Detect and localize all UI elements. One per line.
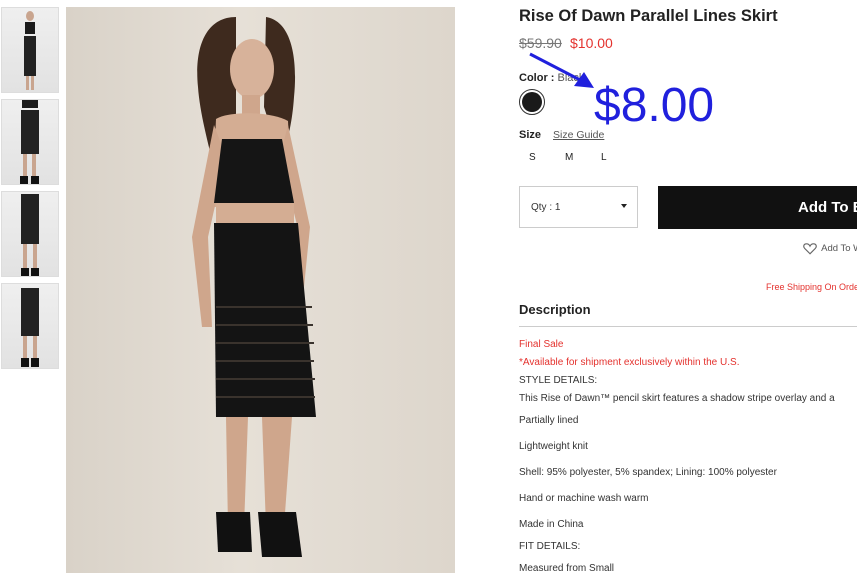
annotation-arrow-icon — [529, 52, 594, 88]
size-option-l[interactable]: L — [601, 152, 607, 163]
original-price: $59.90 — [519, 35, 562, 51]
model-thumbnail-image — [21, 288, 39, 367]
sale-price: $10.00 — [570, 35, 613, 51]
size-label: Size — [519, 129, 542, 141]
add-to-bag-label: Add To Bag — [798, 199, 857, 216]
final-sale-text: Final Sale — [519, 339, 564, 350]
detail-item: Hand or machine wash warm — [519, 493, 649, 504]
thumbnail-4[interactable] — [1, 283, 59, 369]
main-product-image — [66, 7, 455, 573]
description-body: This Rise of Dawn™ pencil skirt features… — [519, 393, 835, 404]
model-photo — [192, 17, 316, 557]
style-details-heading: STYLE DETAILS: — [519, 375, 598, 386]
model-thumbnail-image — [24, 11, 36, 90]
quantity-select[interactable]: Qty : 1 — [519, 186, 638, 228]
color-swatch-black[interactable] — [519, 89, 545, 115]
add-to-bag-button[interactable]: Add To Bag — [658, 186, 857, 229]
model-thumbnail-image — [20, 100, 39, 184]
description-heading: Description — [519, 302, 591, 317]
availability-text: *Available for shipment exclusively with… — [519, 357, 740, 368]
annotation-price: $8.00 — [594, 79, 715, 132]
quantity-value: Qty : 1 — [531, 202, 561, 213]
fit-line: Measured from Small — [519, 563, 615, 574]
thumbnail-3[interactable] — [1, 191, 59, 277]
chevron-down-icon — [621, 204, 627, 208]
wishlist-label: Add To Wishlist — [821, 243, 857, 255]
fit-details-heading: FIT DETAILS: — [519, 541, 581, 552]
size-option-s[interactable]: S — [529, 152, 536, 163]
thumbnail-2[interactable] — [1, 99, 59, 185]
heart-icon — [803, 243, 817, 255]
size-option-m[interactable]: M — [565, 152, 573, 163]
swatch-fill — [522, 92, 542, 112]
detail-item: Shell: 95% polyester, 5% spandex; Lining… — [519, 467, 777, 478]
product-title: Rise Of Dawn Parallel Lines Skirt — [519, 7, 778, 25]
thumbnail-1[interactable] — [1, 7, 59, 93]
add-to-wishlist-link[interactable]: Add To Wishlist — [803, 242, 857, 255]
detail-item: Partially lined — [519, 415, 579, 426]
detail-item: Lightweight knit — [519, 441, 588, 452]
divider — [519, 326, 857, 327]
model-thumbnail-image — [21, 194, 39, 276]
free-shipping-note: Free Shipping On Orders — [766, 282, 857, 292]
detail-item: Made in China — [519, 519, 584, 530]
